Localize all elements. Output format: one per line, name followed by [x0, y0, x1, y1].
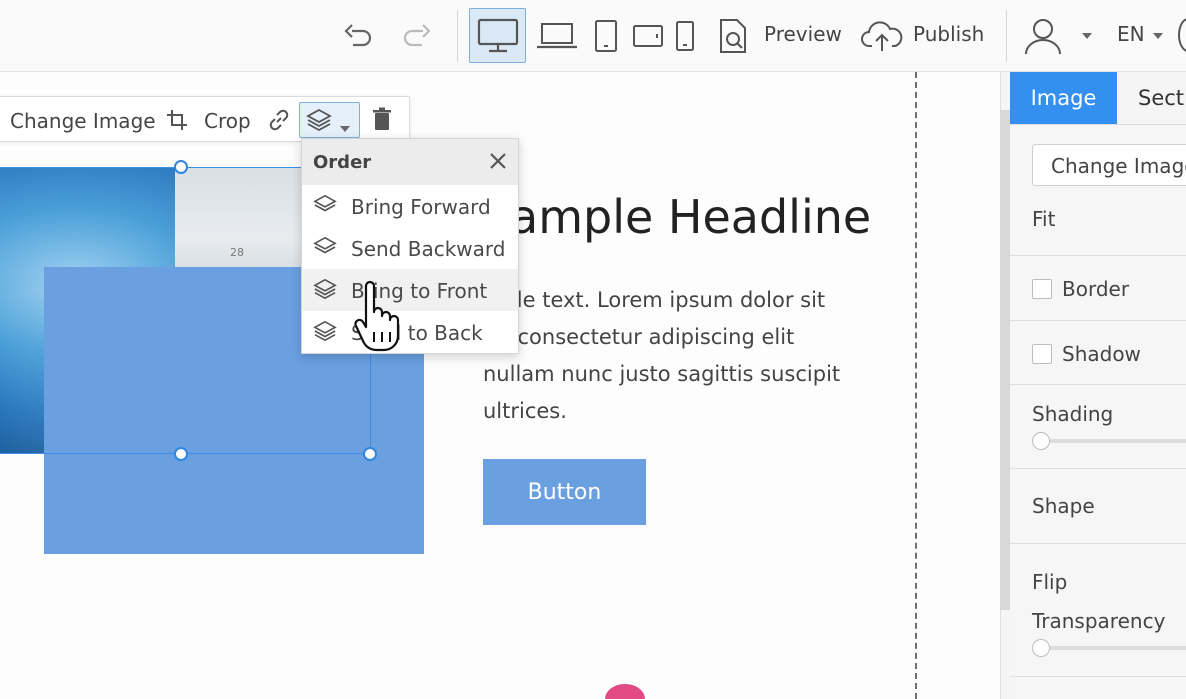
- transparency-slider-track[interactable]: [1040, 646, 1186, 650]
- order-menu-header: Order: [302, 139, 518, 185]
- language-selector[interactable]: EN: [1117, 22, 1145, 46]
- canvas-margin: [918, 72, 1000, 699]
- desktop-icon[interactable]: [474, 14, 522, 58]
- crop-icon[interactable]: [166, 109, 188, 135]
- chevron-down-icon[interactable]: [1150, 14, 1166, 58]
- preview-icon[interactable]: [716, 14, 750, 58]
- layers-icon: [306, 108, 332, 136]
- close-icon[interactable]: [486, 149, 510, 173]
- fit-label: Fit: [1032, 207, 1056, 231]
- order-menu: Order Bring Forward Send Backward Bring …: [301, 138, 519, 354]
- panel-divider: [1010, 384, 1186, 385]
- shadow-checkbox[interactable]: [1032, 344, 1052, 364]
- publish-button[interactable]: Publish: [913, 22, 984, 46]
- menu-item-label: Bring Forward: [351, 195, 491, 219]
- shading-slider-track[interactable]: [1040, 439, 1186, 443]
- border-label: Border: [1062, 277, 1130, 301]
- trash-icon[interactable]: [372, 107, 392, 135]
- layers-icon: [313, 236, 337, 260]
- chevron-down-icon[interactable]: [1078, 14, 1096, 58]
- resize-handle-top[interactable]: [174, 160, 188, 174]
- menu-item-bring-to-front[interactable]: Bring to Front: [302, 269, 518, 311]
- undo-icon[interactable]: [338, 14, 378, 58]
- panel-divider: [1010, 676, 1186, 677]
- image-date-text: 28: [230, 246, 244, 259]
- hand-cursor-icon: [354, 280, 404, 354]
- menu-item-send-backward[interactable]: Send Backward: [302, 227, 518, 269]
- transparency-label: Transparency: [1032, 609, 1166, 633]
- top-toolbar: Preview Publish EN: [0, 0, 1186, 72]
- preview-button[interactable]: Preview: [764, 22, 842, 46]
- menu-item-send-to-back[interactable]: Send to Back: [302, 311, 518, 353]
- border-checkbox[interactable]: [1032, 279, 1052, 299]
- layers-icon: [313, 278, 337, 302]
- shading-label: Shading: [1032, 402, 1114, 426]
- tablet-landscape-icon[interactable]: [631, 14, 665, 58]
- body-line: mple text. Lorem ipsum dolor sit: [483, 288, 826, 312]
- chevron-down-icon: [340, 117, 350, 136]
- link-icon[interactable]: [267, 108, 291, 136]
- redo-icon[interactable]: [397, 14, 437, 58]
- menu-item-label: Send Backward: [351, 237, 506, 261]
- panel-divider: [1010, 320, 1186, 321]
- cloud-upload-icon[interactable]: [860, 14, 904, 58]
- resize-handle-bottom-right[interactable]: [363, 447, 377, 461]
- shadow-label: Shadow: [1062, 342, 1141, 366]
- cta-button[interactable]: Button: [483, 459, 646, 525]
- page-headline[interactable]: ample Headline: [510, 190, 871, 244]
- transparency-slider-knob[interactable]: [1032, 639, 1050, 657]
- panel-divider: [1010, 468, 1186, 469]
- panel-scrollbar[interactable]: [1000, 110, 1010, 610]
- body-paragraph[interactable]: mple text. Lorem ipsum dolor sit et, con…: [483, 282, 883, 430]
- change-image-button[interactable]: Change Image: [10, 109, 156, 133]
- shape-label: Shape: [1032, 494, 1095, 518]
- image-toolbar: Change Image Crop: [0, 96, 410, 142]
- laptop-icon[interactable]: [535, 14, 579, 58]
- tablet-portrait-icon[interactable]: [590, 14, 622, 58]
- panel-divider: [1010, 543, 1186, 544]
- toolbar-divider: [1006, 10, 1007, 62]
- shading-slider-knob[interactable]: [1032, 432, 1050, 450]
- order-menu-title: Order: [313, 152, 372, 173]
- flip-label: Flip: [1032, 570, 1068, 594]
- help-icon[interactable]: [1178, 18, 1186, 52]
- resize-handle-bottom[interactable]: [174, 447, 188, 461]
- order-button[interactable]: [299, 102, 360, 138]
- body-line: nullam nunc justo sagittis suscipit: [483, 362, 841, 386]
- user-avatar-icon[interactable]: [1020, 14, 1066, 58]
- panel-divider: [1010, 255, 1186, 256]
- tab-image[interactable]: Image: [1010, 72, 1117, 124]
- layers-icon: [313, 320, 337, 344]
- body-line: ultrices.: [483, 399, 567, 423]
- layers-icon: [313, 194, 337, 218]
- pink-shape[interactable]: [605, 684, 645, 699]
- tab-section[interactable]: Sectio: [1138, 86, 1186, 110]
- panel-change-image-button[interactable]: Change Image: [1032, 144, 1186, 186]
- toolbar-divider: [457, 10, 458, 62]
- page-boundary-line: [915, 72, 917, 699]
- body-line: et, consectetur adipiscing elit: [483, 325, 795, 349]
- mobile-icon[interactable]: [673, 14, 697, 58]
- menu-item-bring-forward[interactable]: Bring Forward: [302, 185, 518, 227]
- crop-button[interactable]: Crop: [204, 109, 251, 133]
